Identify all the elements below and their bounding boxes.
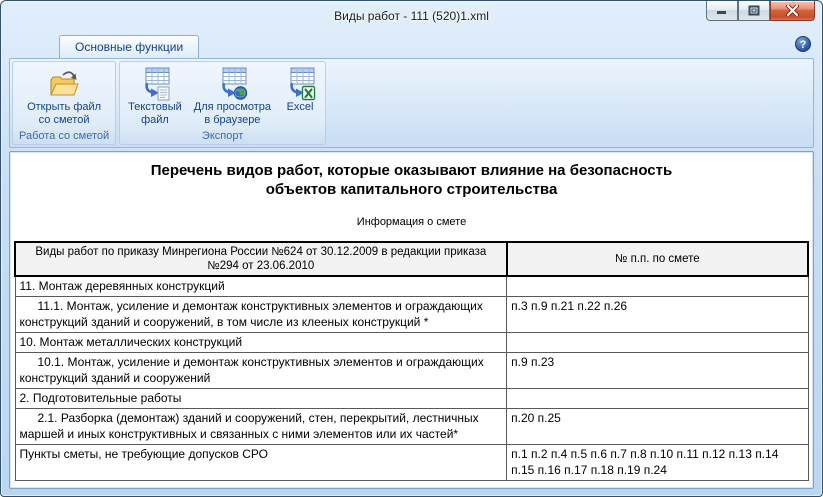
table-header-row: Виды работ по приказу Минрегиона России … [14, 241, 810, 277]
work-cell: 2.1. Разборка (демонтаж) зданий и сооруж… [14, 408, 508, 445]
maximize-icon [748, 5, 760, 16]
export-excel-button[interactable]: Excel [280, 65, 320, 116]
tab-main-functions[interactable]: Основные функции [59, 35, 200, 58]
works-table-body: 11. Монтаж деревянных конструкций 11.1. М… [14, 275, 809, 481]
group-caption: Экспорт [120, 129, 326, 144]
export-excel-icon [290, 67, 316, 101]
document-title-line2: объектов капитального строительства [265, 181, 558, 198]
button-label-line1: Для просмотра [193, 101, 272, 113]
export-browser-icon [222, 67, 248, 100]
items-cell: п.3 п.9 п.21 п.22 п.26 [506, 296, 809, 333]
ribbon-panel: Открыть файл со сметой Работа со сметой [9, 58, 814, 148]
work-cell: 10.1. Монтаж, усиление и демонтаж констр… [14, 352, 508, 389]
group-export: Текстовый файл Для просмотра в браузере … [119, 61, 327, 145]
work-cell: Пункты сметы, не требующие допусков СРО [14, 444, 508, 481]
group-caption: Работа со сметой [13, 129, 116, 144]
works-table: Виды работ по приказу Минрегиона России … [14, 241, 810, 481]
work-cell: 11. Монтаж деревянных конструкций [14, 275, 508, 297]
document-title: Перечень видов работ, которые оказывают … [12, 161, 811, 199]
open-folder-icon [50, 71, 79, 96]
items-cell [506, 275, 809, 297]
table-row: 11. Монтаж деревянных конструкций [14, 275, 809, 297]
titlebar[interactable]: Виды работ - 111 (520)1.xml [1, 1, 822, 31]
app-window: Виды работ - 111 (520)1.xml Основные фун… [0, 0, 823, 497]
open-file-button[interactable]: Открыть файл со сметой [24, 65, 104, 129]
export-text-file-button[interactable]: Текстовый файл [125, 65, 185, 129]
export-text-file-icon [145, 67, 170, 101]
items-cell: п.9 п.23 [506, 352, 809, 389]
export-browser-button[interactable]: Для просмотра в браузере [191, 65, 274, 129]
items-cell: п.20 п.25 [506, 408, 809, 445]
document-subtitle: Информация о смете [356, 216, 467, 228]
minimize-icon [717, 11, 726, 14]
header-work-types: Виды работ по приказу Минрегиона России … [14, 241, 508, 277]
button-label-line1: Текстовый [128, 101, 182, 113]
table-row: Пункты сметы, не требующие допусков СРО п… [14, 444, 809, 481]
button-label-line2: файл [141, 114, 169, 126]
work-cell: 11.1. Монтаж, усиление и демонтаж констр… [14, 296, 508, 333]
items-cell [506, 388, 809, 409]
group-open-file: Открыть файл со сметой Работа со сметой [12, 61, 117, 145]
header-item-numbers: № п.п. по смете [505, 241, 810, 277]
table-row: 2. Подготовительные работы [14, 388, 809, 409]
button-label-line1: Excel [286, 101, 314, 113]
table-row: 2.1. Разборка (демонтаж) зданий и сооруж… [14, 408, 809, 445]
work-cell: 10. Монтаж металлических конструкций [14, 332, 508, 353]
close-button[interactable] [770, 1, 815, 21]
document-title-line1: Перечень видов работ, которые оказывают … [150, 162, 673, 179]
table-row: 11.1. Монтаж, усиление и демонтаж констр… [14, 296, 809, 333]
document-area: Перечень видов работ, которые оказывают … [9, 151, 814, 489]
items-cell [506, 332, 809, 353]
close-icon [786, 5, 799, 16]
button-label-line1: Открыть файл [27, 101, 102, 113]
help-icon[interactable]: ? [795, 36, 811, 52]
button-label-line2: в браузере [204, 114, 261, 126]
minimize-button[interactable] [706, 1, 738, 21]
items-cell: п.1 п.2 п.4 п.5 п.6 п.7 п.8 п.10 п.11 п.… [506, 444, 809, 481]
table-row: 10.1. Монтаж, усиление и демонтаж констр… [14, 352, 809, 389]
work-cell: 2. Подготовительные работы [14, 388, 508, 409]
window-title: Виды работ - 111 (520)1.xml [334, 9, 489, 23]
window-controls [706, 1, 815, 21]
table-row: 10. Монтаж металлических конструкций [14, 332, 809, 353]
button-label-line2: со сметой [38, 114, 90, 126]
ribbon-tabstrip: Основные функции ? [1, 31, 822, 58]
maximize-button[interactable] [738, 1, 770, 21]
